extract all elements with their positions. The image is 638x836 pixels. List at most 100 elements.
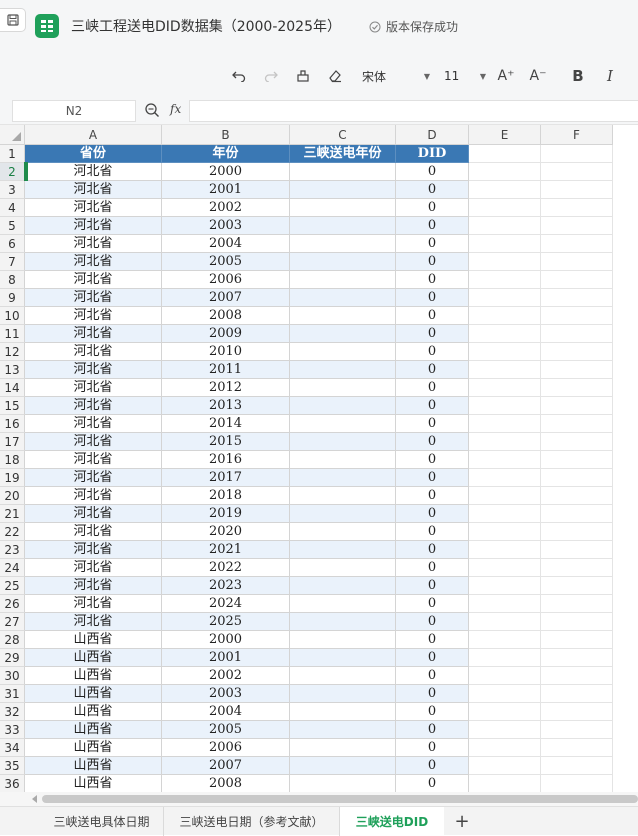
table-cell[interactable]: 0	[396, 523, 469, 541]
table-cell[interactable]: 河北省	[25, 253, 162, 271]
table-cell[interactable]: 2001	[162, 649, 290, 667]
header-cell[interactable]: 年份	[162, 145, 290, 163]
sheet-tab-1[interactable]: 三峡送电具体日期	[40, 807, 164, 836]
empty-cell[interactable]	[541, 325, 613, 343]
empty-cell[interactable]	[541, 541, 613, 559]
table-cell[interactable]	[290, 235, 396, 253]
formula-input[interactable]	[189, 100, 638, 122]
table-cell[interactable]: 0	[396, 397, 469, 415]
table-cell[interactable]: 河北省	[25, 397, 162, 415]
table-cell[interactable]: 0	[396, 577, 469, 595]
empty-cell[interactable]	[469, 307, 541, 325]
row-header-21[interactable]: 21	[0, 505, 25, 523]
empty-cell[interactable]	[469, 325, 541, 343]
empty-cell[interactable]	[541, 181, 613, 199]
table-cell[interactable]	[290, 397, 396, 415]
empty-cell[interactable]	[541, 163, 613, 181]
empty-cell[interactable]	[541, 739, 613, 757]
table-cell[interactable]	[290, 505, 396, 523]
table-cell[interactable]: 2008	[162, 307, 290, 325]
decrease-font-size-button[interactable]: A⁻	[528, 65, 548, 87]
table-cell[interactable]: 河北省	[25, 289, 162, 307]
empty-cell[interactable]	[469, 757, 541, 775]
empty-cell[interactable]	[541, 721, 613, 739]
empty-cell[interactable]	[541, 577, 613, 595]
add-sheet-button[interactable]: +	[452, 810, 472, 832]
table-cell[interactable]: 2006	[162, 271, 290, 289]
table-cell[interactable]	[290, 523, 396, 541]
table-cell[interactable]: 河北省	[25, 235, 162, 253]
table-cell[interactable]	[290, 721, 396, 739]
empty-cell[interactable]	[469, 505, 541, 523]
save-icon[interactable]	[0, 8, 26, 32]
table-cell[interactable]: 2013	[162, 397, 290, 415]
table-cell[interactable]: 2007	[162, 289, 290, 307]
empty-cell[interactable]	[541, 685, 613, 703]
empty-cell[interactable]	[469, 271, 541, 289]
empty-cell[interactable]	[469, 181, 541, 199]
table-cell[interactable]: 0	[396, 685, 469, 703]
table-cell[interactable]: 2012	[162, 379, 290, 397]
empty-cell[interactable]	[469, 721, 541, 739]
column-header-e[interactable]: E	[469, 125, 541, 145]
table-cell[interactable]: 2002	[162, 199, 290, 217]
table-cell[interactable]: 0	[396, 217, 469, 235]
table-cell[interactable]: 河北省	[25, 577, 162, 595]
table-cell[interactable]: 2000	[162, 631, 290, 649]
table-cell[interactable]: 0	[396, 289, 469, 307]
table-cell[interactable]	[290, 487, 396, 505]
table-cell[interactable]: 2025	[162, 613, 290, 631]
table-cell[interactable]	[290, 325, 396, 343]
table-cell[interactable]	[290, 541, 396, 559]
empty-cell[interactable]	[469, 289, 541, 307]
empty-cell[interactable]	[541, 361, 613, 379]
table-cell[interactable]: 山西省	[25, 649, 162, 667]
table-cell[interactable]: 2021	[162, 541, 290, 559]
table-cell[interactable]: 河北省	[25, 199, 162, 217]
table-cell[interactable]	[290, 775, 396, 792]
empty-cell[interactable]	[541, 307, 613, 325]
table-cell[interactable]: 2014	[162, 415, 290, 433]
table-cell[interactable]: 河北省	[25, 523, 162, 541]
empty-cell[interactable]	[469, 775, 541, 792]
table-cell[interactable]: 0	[396, 307, 469, 325]
fx-icon[interactable]: fx	[170, 102, 181, 116]
row-header-23[interactable]: 23	[0, 541, 25, 559]
table-cell[interactable]	[290, 451, 396, 469]
table-cell[interactable]: 0	[396, 739, 469, 757]
empty-cell[interactable]	[469, 703, 541, 721]
column-header-c[interactable]: C	[290, 125, 396, 145]
row-header-28[interactable]: 28	[0, 631, 25, 649]
table-cell[interactable]	[290, 217, 396, 235]
table-cell[interactable]: 山西省	[25, 631, 162, 649]
empty-cell[interactable]	[541, 271, 613, 289]
table-cell[interactable]: 2020	[162, 523, 290, 541]
table-cell[interactable]	[290, 199, 396, 217]
table-cell[interactable]: 河北省	[25, 343, 162, 361]
row-header-9[interactable]: 9	[0, 289, 25, 307]
empty-cell[interactable]	[541, 433, 613, 451]
table-cell[interactable]: 2017	[162, 469, 290, 487]
empty-cell[interactable]	[541, 703, 613, 721]
table-cell[interactable]	[290, 649, 396, 667]
column-header-a[interactable]: A	[25, 125, 162, 145]
empty-cell[interactable]	[469, 667, 541, 685]
table-cell[interactable]: 2015	[162, 433, 290, 451]
column-header-d[interactable]: D	[396, 125, 469, 145]
empty-cell[interactable]	[541, 559, 613, 577]
empty-cell[interactable]	[469, 649, 541, 667]
row-header-15[interactable]: 15	[0, 397, 25, 415]
table-cell[interactable]: 河北省	[25, 541, 162, 559]
table-cell[interactable]	[290, 757, 396, 775]
select-all-corner[interactable]	[0, 125, 25, 145]
table-cell[interactable]: 0	[396, 703, 469, 721]
row-header-30[interactable]: 30	[0, 667, 25, 685]
empty-cell[interactable]	[469, 145, 541, 163]
row-header-31[interactable]: 31	[0, 685, 25, 703]
table-cell[interactable]: 0	[396, 343, 469, 361]
row-header-19[interactable]: 19	[0, 469, 25, 487]
column-header-b[interactable]: B	[162, 125, 290, 145]
italic-button[interactable]: I	[602, 65, 618, 87]
table-cell[interactable]: 河北省	[25, 361, 162, 379]
empty-cell[interactable]	[541, 235, 613, 253]
